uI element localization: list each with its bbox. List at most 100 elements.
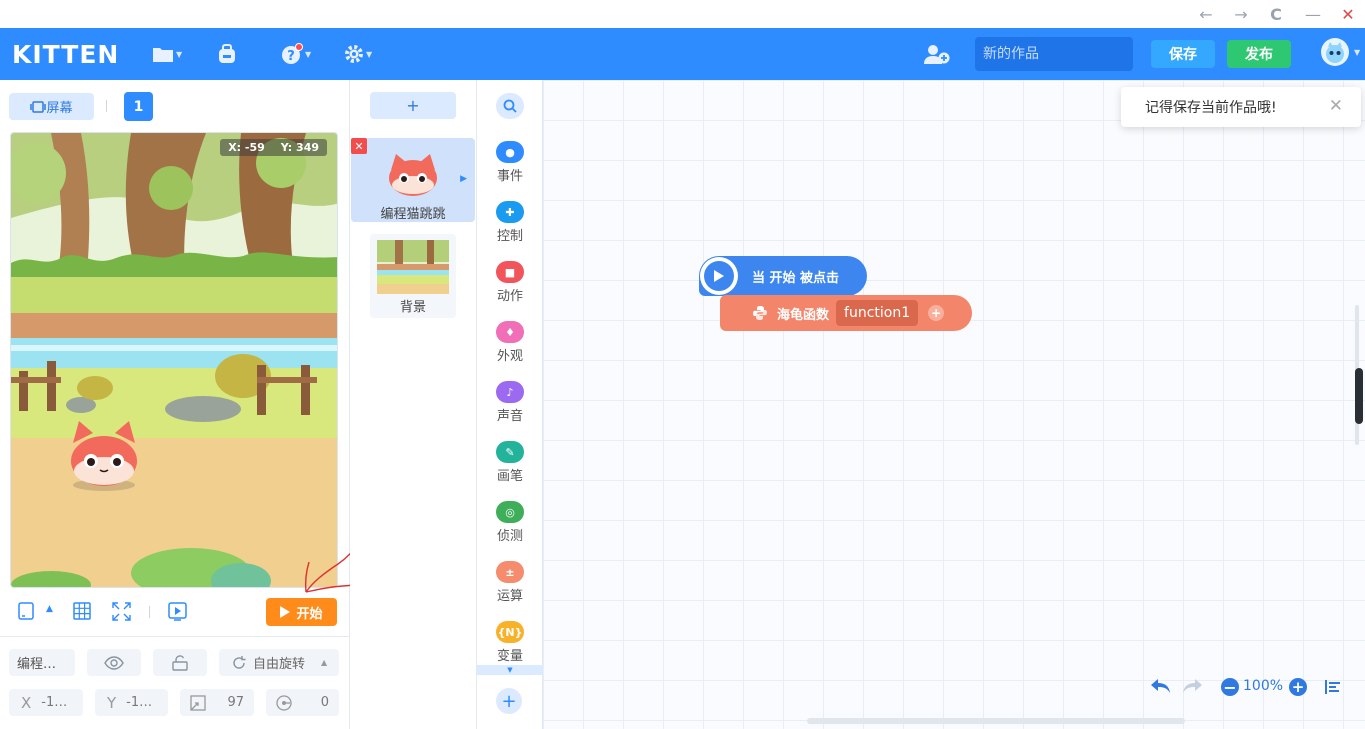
size-icon xyxy=(190,694,206,711)
category-control[interactable]: ✚ 控制 xyxy=(477,201,543,244)
stage-panel: 屏幕 1 X: -59 Y: 349 ▲ 开始 编程… 自由旋转 ▲ X -1…… xyxy=(0,80,380,729)
y-position-field[interactable]: Y -1… xyxy=(95,689,168,716)
operator-icon: ± xyxy=(496,561,524,583)
category-event[interactable]: ● 事件 xyxy=(477,141,543,184)
x-position-field[interactable]: X -1… xyxy=(9,689,83,716)
settings-menu[interactable]: ▼ xyxy=(344,41,372,67)
fullscreen-button[interactable] xyxy=(112,602,131,625)
category-looks[interactable]: ♦ 外观 xyxy=(477,321,543,364)
divider xyxy=(149,606,150,618)
undo-button[interactable] xyxy=(1150,677,1172,699)
category-variable[interactable]: {N} 变量 xyxy=(477,621,543,664)
kitten-thumbnail xyxy=(389,154,437,196)
unlock-icon xyxy=(172,654,188,671)
sensing-icon: ◎ xyxy=(496,501,524,523)
grid-toggle[interactable] xyxy=(73,602,91,624)
direction-icon xyxy=(276,694,292,711)
y-label: Y xyxy=(107,693,117,712)
horizontal-scrollbar[interactable] xyxy=(807,718,1185,724)
size-value: 97 xyxy=(227,695,244,710)
layout-caret-icon[interactable]: ▲ xyxy=(46,604,53,614)
category-sound[interactable]: ♪ 声音 xyxy=(477,381,543,424)
category-label: 动作 xyxy=(496,289,523,304)
vertical-scrollbar[interactable] xyxy=(1355,368,1363,424)
work-title-input[interactable] xyxy=(975,37,1133,71)
forward-arrow-icon[interactable]: → xyxy=(1229,2,1253,26)
block-search-button[interactable] xyxy=(496,93,524,119)
settings-icon xyxy=(345,45,363,63)
turtle-function-block[interactable]: 海龟函数 function1 + xyxy=(720,295,972,331)
background-card[interactable]: 背景 xyxy=(370,234,456,318)
add-extension-button[interactable]: + xyxy=(496,688,522,714)
minimize-icon[interactable]: — xyxy=(1301,2,1325,26)
sprite-card-selected[interactable]: ✕ ▶ 编程猫跳跳 xyxy=(351,138,475,222)
reload-icon[interactable]: C xyxy=(1264,2,1288,26)
rotation-mode-label: 自由旋转 xyxy=(253,657,306,672)
hat-block-label: 当 开始 被点击 xyxy=(752,270,840,286)
layout-toggle[interactable] xyxy=(18,602,34,620)
close-toast-icon[interactable]: ✕ xyxy=(1329,96,1343,116)
background-thumbnail xyxy=(377,240,449,294)
scroll-down-icon[interactable]: ▼ xyxy=(477,665,543,675)
user-avatar[interactable]: ▼ xyxy=(1320,38,1360,66)
zoom-out-icon[interactable]: − xyxy=(1221,678,1239,697)
sound-icon: ♪ xyxy=(496,381,524,403)
rotation-mode-select[interactable]: 自由旋转 ▲ xyxy=(219,649,339,676)
category-sensing[interactable]: ◎ 侦测 xyxy=(477,501,543,544)
event-icon: ● xyxy=(496,141,524,163)
function-name-field[interactable]: function1 xyxy=(836,300,919,326)
app-header: KITTEN ▼ ?▼ ▼ 保存 发布 ▼ xyxy=(0,28,1365,80)
align-blocks-button[interactable] xyxy=(1325,679,1341,699)
screen-tab[interactable]: 屏幕 xyxy=(9,93,94,120)
lock-toggle[interactable] xyxy=(153,649,207,676)
category-label: 事件 xyxy=(496,169,523,184)
zoom-in-icon[interactable]: + xyxy=(1289,678,1307,696)
folder-icon xyxy=(153,48,173,62)
save-reminder-toast: 记得保存当前作品哦! ✕ xyxy=(1121,87,1361,127)
play-flag-icon xyxy=(700,257,738,295)
save-button[interactable]: 保存 xyxy=(1151,40,1215,68)
publish-button[interactable]: 发布 xyxy=(1227,40,1291,68)
sprite-name-field[interactable]: 编程… xyxy=(9,649,75,676)
code-workspace[interactable]: 记得保存当前作品哦! ✕ 当 开始 被点击 海龟函数 function1 + −… xyxy=(543,80,1365,729)
category-operator[interactable]: ± 运算 xyxy=(477,561,543,604)
coord-y: Y: 349 xyxy=(280,141,319,154)
add-user-button[interactable] xyxy=(923,41,951,67)
category-motion[interactable]: ■ 动作 xyxy=(477,261,543,304)
align-left-icon xyxy=(1325,680,1340,694)
backpack-button[interactable] xyxy=(217,41,237,67)
variable-icon: {N} xyxy=(496,621,524,643)
add-param-icon[interactable]: + xyxy=(928,305,945,321)
preview-button[interactable] xyxy=(168,602,187,625)
start-hat-block[interactable]: 当 开始 被点击 xyxy=(699,256,867,296)
stage-canvas[interactable]: X: -59 Y: 349 xyxy=(10,132,338,588)
direction-field[interactable]: 0 xyxy=(266,689,339,716)
category-label: 声音 xyxy=(496,409,523,424)
divider xyxy=(0,636,350,637)
search-icon xyxy=(503,99,517,113)
pen-icon: ✎ xyxy=(496,441,524,463)
svg-text:?: ? xyxy=(287,49,295,64)
start-label: 开始 xyxy=(296,606,323,622)
x-label: X xyxy=(21,693,32,712)
block-category-palette: ● 事件 ✚ 控制 ■ 动作 ♦ 外观 ♪ 声音 ✎ 画笔 ◎ 侦测 ± 运算 {N} 变量 ▼ + xyxy=(477,80,543,729)
add-sprite-button[interactable]: + xyxy=(370,92,456,119)
x-value: -1… xyxy=(41,695,68,710)
control-icon: ✚ xyxy=(496,201,524,223)
help-menu[interactable]: ? ▼ xyxy=(281,41,311,67)
delete-sprite-icon[interactable]: ✕ xyxy=(351,138,367,154)
screen-count-badge[interactable]: 1 xyxy=(124,92,153,121)
start-button[interactable]: 开始 xyxy=(266,598,337,626)
function-block-label: 海龟函数 xyxy=(777,307,830,323)
category-pen[interactable]: ✎ 画笔 xyxy=(477,441,543,484)
redo-button[interactable] xyxy=(1181,677,1203,699)
toast-message: 记得保存当前作品哦! xyxy=(1145,100,1277,116)
category-label: 变量 xyxy=(496,649,523,664)
zoom-level: 100% xyxy=(1243,678,1284,694)
sprite-list-panel: + ✕ ▶ 编程猫跳跳 背景 xyxy=(350,80,477,729)
size-field[interactable]: 97 xyxy=(180,689,254,716)
close-icon[interactable]: ✕ xyxy=(1336,2,1360,26)
file-menu[interactable]: ▼ xyxy=(152,41,182,67)
visibility-toggle[interactable] xyxy=(87,649,141,676)
back-arrow-icon[interactable]: ← xyxy=(1194,2,1218,26)
